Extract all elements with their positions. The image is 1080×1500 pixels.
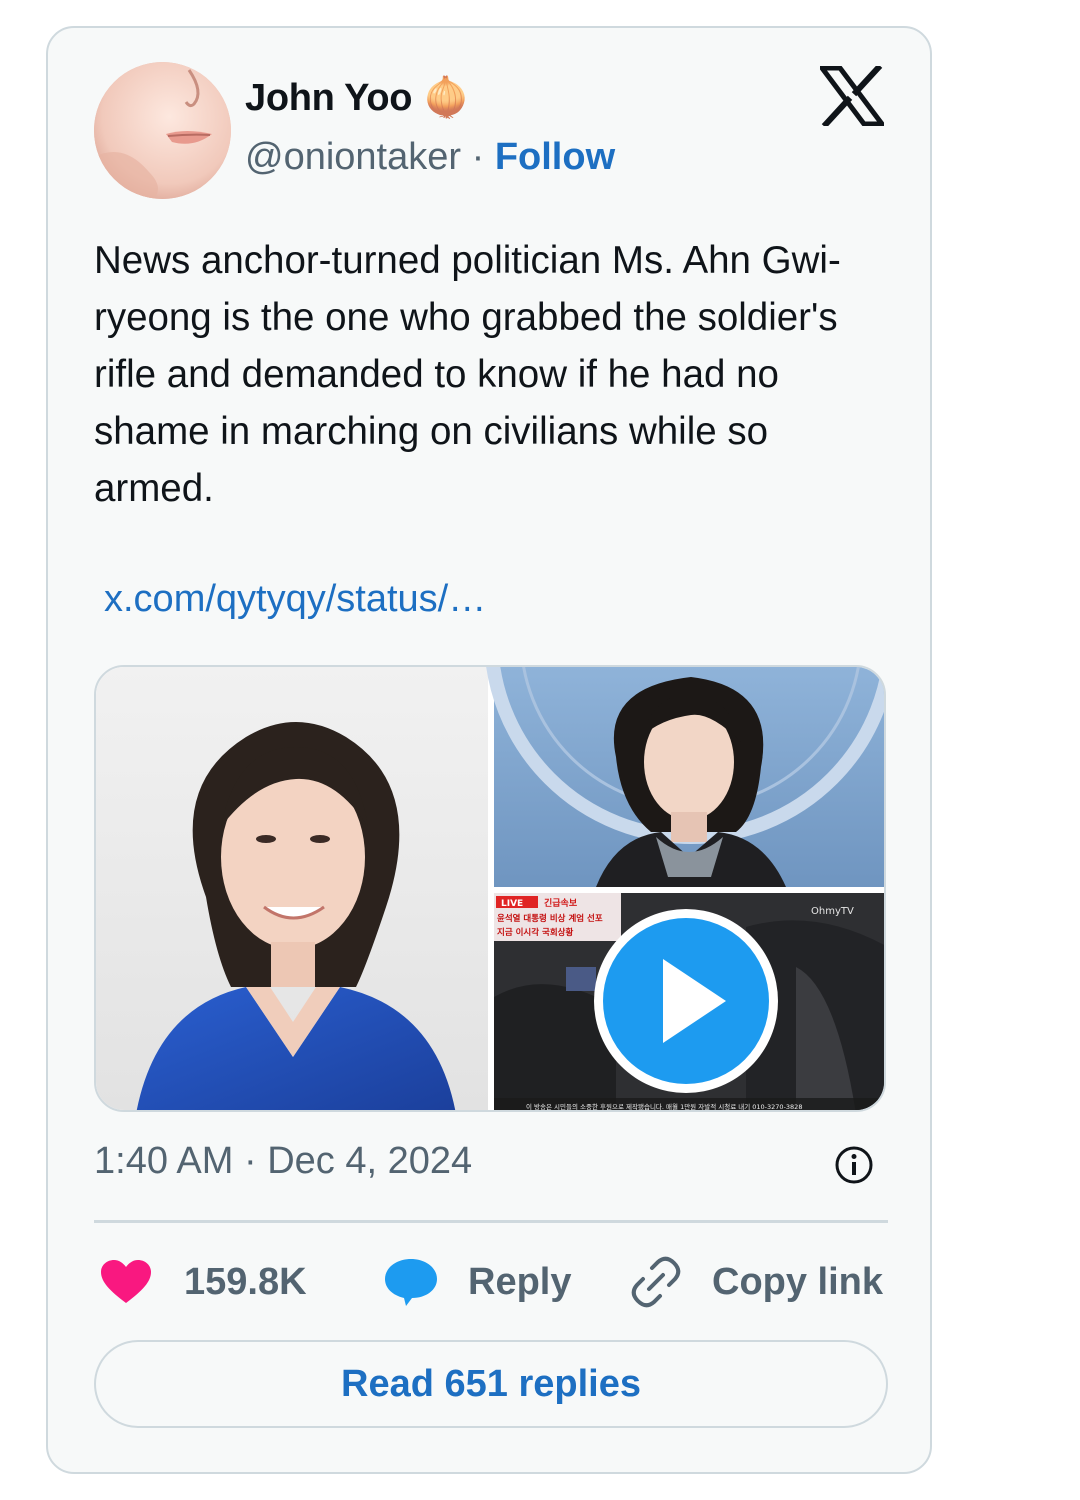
read-replies-button[interactable]: Read 651 replies: [94, 1340, 888, 1428]
x-logo-icon[interactable]: [820, 66, 884, 126]
reply-label: Reply: [468, 1260, 572, 1303]
breaking-label: 긴급속보: [544, 897, 578, 909]
divider: [94, 1220, 888, 1223]
copy-link-label: Copy link: [712, 1260, 884, 1303]
like-count: 159.8K: [184, 1260, 307, 1303]
link-icon[interactable]: [630, 1256, 682, 1308]
like-action[interactable]: 159.8K: [100, 1252, 307, 1312]
follow-button[interactable]: Follow: [495, 136, 615, 178]
reply-bubble-icon[interactable]: [384, 1257, 438, 1307]
heart-icon[interactable]: [100, 1259, 152, 1305]
headline-1: 윤석열 대통령 비상 계엄 선포: [497, 913, 603, 924]
author-avatar[interactable]: [94, 62, 231, 199]
media-video-thumbnail[interactable]: LIVE 긴급속보 윤석열 대통령 비상 계엄 선포 지금 이시각 국회상황 O…: [494, 893, 886, 1112]
live-badge: LIVE: [501, 899, 523, 909]
tweet-text: News anchor-turned politician Ms. Ahn Gw…: [94, 239, 841, 510]
author-handle[interactable]: @oniontaker: [245, 136, 461, 178]
info-icon[interactable]: [834, 1145, 874, 1185]
tweet-timestamp[interactable]: 1:40 AM · Dec 4, 2024: [94, 1140, 472, 1183]
copy-link-action[interactable]: Copy link: [630, 1252, 883, 1312]
headline-2: 지금 이시각 국회상황: [497, 927, 573, 938]
author-handle-row: @oniontaker · Follow: [245, 136, 615, 179]
play-icon[interactable]: [594, 909, 778, 1093]
media-photo-press-briefing[interactable]: [486, 667, 886, 887]
channel-watermark: OhmyTV: [811, 906, 854, 917]
tweet-link[interactable]: x.com/qytyqy/status/…: [104, 578, 486, 621]
media-photo-portrait[interactable]: [96, 667, 488, 1112]
bottom-ticker: 이 방송은 시민들의 소중한 후원으로 제작됐습니다. 매월 1만원 자발적 시…: [526, 1102, 802, 1111]
separator-dot: ·: [471, 136, 485, 178]
media-grid: LIVE 긴급속보 윤석열 대통령 비상 계엄 선포 지금 이시각 국회상황 O…: [94, 665, 886, 1112]
reply-action[interactable]: Reply: [384, 1252, 571, 1312]
author-name[interactable]: John Yoo 🧅: [245, 76, 470, 120]
